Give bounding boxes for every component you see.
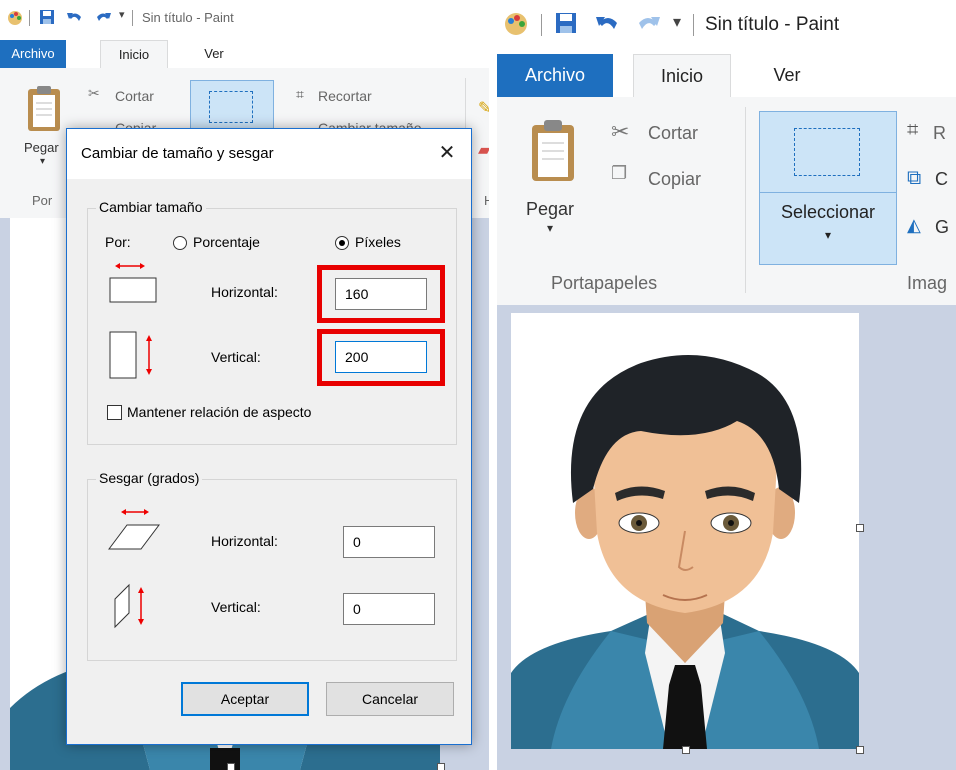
paste-icon[interactable] [24, 85, 64, 133]
rotate-button-partial[interactable]: G [935, 217, 949, 238]
undo-icon[interactable] [595, 12, 621, 34]
skew-group-label: Sesgar (grados) [96, 470, 203, 486]
save-icon[interactable] [39, 9, 55, 25]
paste-icon[interactable] [527, 119, 579, 183]
select-button-label[interactable]: Seleccionar [760, 202, 896, 223]
tab-ver[interactable]: Ver [767, 54, 807, 97]
cut-button[interactable]: Cortar [115, 88, 154, 104]
scissors-icon[interactable]: ✂ [88, 85, 100, 102]
resize-handle-right[interactable] [856, 524, 864, 532]
tab-archivo[interactable]: Archivo [0, 40, 66, 68]
tab-archivo[interactable]: Archivo [497, 54, 613, 97]
split-line [760, 192, 896, 193]
save-icon[interactable] [555, 12, 577, 34]
percent-radio[interactable] [173, 236, 187, 250]
resize-skew-dialog: Cambiar de tamaño y sesgar ✕ Cambiar tam… [66, 128, 472, 745]
separator [132, 10, 133, 26]
cut-button[interactable]: Cortar [648, 123, 698, 144]
ok-button[interactable]: Aceptar [181, 682, 309, 716]
image-canvas[interactable] [511, 313, 859, 749]
ribbon-tabs-zoomed: Archivo Inicio Ver [497, 54, 956, 98]
paste-button-label[interactable]: Pegar [24, 140, 59, 155]
horizontal-input[interactable]: 160 [335, 278, 427, 310]
title-bar-zoomed: ▾ Sin título - Paint [497, 0, 956, 50]
resize-handle-corner[interactable] [437, 763, 445, 770]
eraser-icon[interactable]: ▰ [478, 140, 489, 160]
workspace-zoomed [497, 305, 956, 770]
select-icon [794, 128, 860, 176]
paste-button-label[interactable]: Pegar [526, 199, 574, 220]
resize-icon[interactable]: ⧉ [907, 167, 921, 190]
horizontal-label: Horizontal: [211, 284, 278, 300]
rotate-icon[interactable]: ◭ [907, 215, 921, 236]
crop-button[interactable]: Recortar [318, 88, 372, 104]
panel-divider [489, 0, 497, 770]
select-icon [209, 91, 253, 123]
redo-icon[interactable] [94, 9, 112, 25]
skew-horizontal-icon [108, 509, 160, 550]
skew-horizontal-input[interactable]: 0 [343, 526, 435, 558]
vertical-input[interactable]: 200 [335, 341, 427, 373]
image-group-label-partial: Imag [907, 273, 948, 293]
dialog-title: Cambiar de tamaño y sesgar [81, 145, 274, 162]
left-screenshot-panel: ▾ Sin título - Paint Archivo Inicio Ver … [0, 0, 489, 770]
skew-vertical-icon [114, 583, 144, 629]
keep-aspect-label[interactable]: Mantener relación de aspecto [127, 404, 311, 420]
right-screenshot-panel: ▾ Sin título - Paint Archivo Inicio Ver … [497, 0, 956, 770]
close-icon[interactable]: ✕ [433, 139, 461, 167]
clipboard-group-label: Portapapeles [551, 273, 658, 293]
pencil-icon[interactable]: ✎ [478, 98, 489, 118]
crop-icon[interactable]: ⌗ [907, 119, 918, 142]
skew-horizontal-label: Horizontal: [211, 533, 278, 549]
pixels-radio[interactable] [335, 236, 349, 250]
ribbon-zoomed: Pegar ▾ ✂ Cortar ❐ Copiar Seleccionar ▾ … [497, 97, 956, 306]
quick-access-dropdown-icon[interactable]: ▾ [673, 12, 681, 32]
separator [29, 10, 30, 26]
resize-handle-corner[interactable] [856, 746, 864, 754]
skew-vertical-input[interactable]: 0 [343, 593, 435, 625]
crop-icon[interactable]: ⌗ [296, 86, 304, 103]
paint-app-icon [8, 11, 22, 25]
copy-button[interactable]: Copiar [648, 169, 701, 190]
copy-icon[interactable]: ❐ [611, 163, 627, 184]
undo-icon[interactable] [66, 9, 84, 25]
resize-handle-bottom[interactable] [227, 763, 235, 770]
paste-dropdown-icon[interactable]: ▾ [547, 221, 553, 235]
separator [541, 14, 542, 36]
cancel-button[interactable]: Cancelar [326, 682, 454, 716]
select-button[interactable]: Seleccionar ▾ [759, 111, 897, 265]
vertical-label: Vertical: [211, 349, 261, 365]
horizontal-resize-icon [109, 263, 157, 303]
tab-inicio[interactable]: Inicio [100, 40, 168, 69]
paint-app-icon [505, 13, 527, 35]
clipboard-group-label-partial: Por [32, 193, 53, 208]
resize-button-partial[interactable]: C [935, 169, 948, 190]
select-dropdown-icon[interactable]: ▾ [760, 228, 896, 242]
skew-vertical-label: Vertical: [211, 599, 261, 615]
separator [693, 14, 694, 36]
group-separator [745, 107, 746, 293]
pixels-label[interactable]: Píxeles [355, 234, 401, 250]
quick-access-dropdown-icon[interactable]: ▾ [119, 8, 125, 21]
scissors-icon[interactable]: ✂ [611, 119, 629, 145]
avatar-image [511, 355, 859, 749]
window-title: Sin título - Paint [705, 14, 840, 35]
redo-icon[interactable] [635, 12, 661, 34]
tab-ver[interactable]: Ver [194, 40, 234, 68]
percent-label[interactable]: Porcentaje [193, 234, 260, 250]
by-label: Por: [105, 234, 131, 250]
crop-button-partial[interactable]: R [933, 123, 946, 144]
title-bar: ▾ Sin título - Paint [0, 0, 489, 36]
vertical-resize-icon [109, 331, 152, 379]
paste-dropdown-icon[interactable]: ▾ [40, 156, 45, 167]
tab-inicio[interactable]: Inicio [633, 54, 731, 98]
window-title: Sin título - Paint [142, 10, 234, 25]
resize-group-label: Cambiar tamaño [96, 199, 206, 215]
keep-aspect-checkbox[interactable] [107, 405, 122, 420]
dialog-title-bar: Cambiar de tamaño y sesgar ✕ [67, 129, 471, 179]
select-button[interactable] [190, 80, 274, 132]
resize-handle-bottom[interactable] [682, 746, 690, 754]
ribbon-tabs: Archivo Inicio Ver [0, 40, 489, 69]
